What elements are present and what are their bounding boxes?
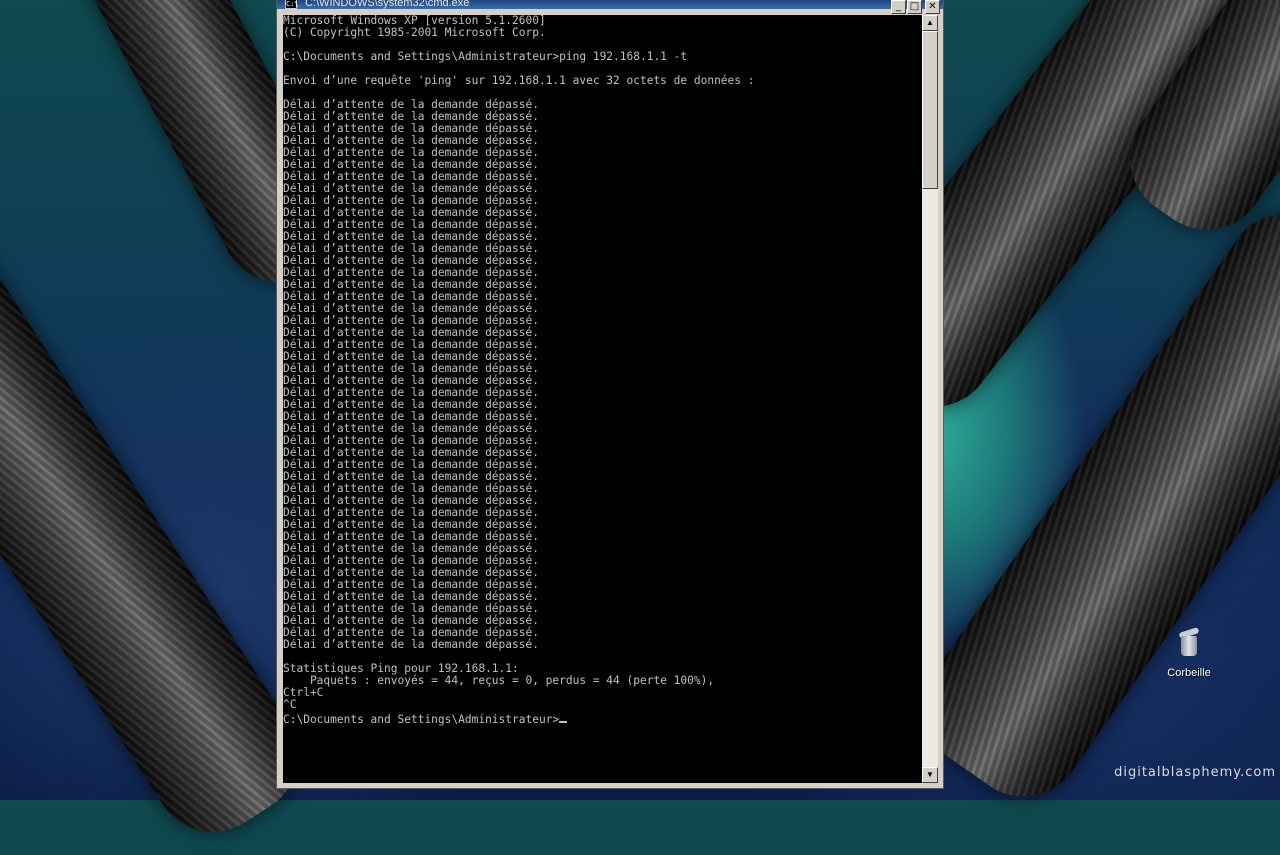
desktop-icon-label: Corbeille (1167, 667, 1211, 679)
scroll-up-button[interactable]: ▲ (922, 15, 938, 31)
console-text: Microsoft Windows XP [version 5.1.2600](… (283, 15, 922, 726)
console-line: ^C (283, 698, 297, 711)
desktop-icon-recycle-bin[interactable]: Corbeille (1158, 627, 1220, 679)
console-line: Envoi d’une requête 'ping' sur 192.168.1… (283, 74, 755, 87)
scroll-down-button[interactable]: ▼ (922, 767, 938, 783)
minimize-button[interactable]: _ (891, 0, 906, 14)
wallpaper-watermark: digitalblasphemy.com (1114, 765, 1276, 780)
maximize-button[interactable]: □ (907, 0, 922, 14)
console-line: (C) Copyright 1985-2001 Microsoft Corp. (283, 26, 546, 39)
scrollbar-thumb[interactable] (922, 31, 938, 189)
close-button[interactable]: ✕ (925, 0, 940, 14)
command-prompt-window[interactable]: C:\ C:\WINDOWS\system32\cmd.exe _ □ ✕ Mi… (276, 0, 944, 789)
console-line: Ctrl+C (283, 686, 324, 699)
window-title: C:\WINDOWS\system32\cmd.exe (305, 0, 470, 9)
console-line: C:\Documents and Settings\Administrateur… (283, 711, 922, 726)
console-line: Paquets : envoyés = 44, reçus = 0, perdu… (283, 674, 715, 687)
console-line: C:\Documents and Settings\Administrateur… (283, 50, 688, 63)
console-line: Délai d’attente de la demande dépassé. (283, 638, 539, 651)
recycle-bin-icon (1177, 627, 1201, 658)
console-output[interactable]: Microsoft Windows XP [version 5.1.2600](… (283, 15, 922, 783)
window-titlebar[interactable]: C:\ C:\WINDOWS\system32\cmd.exe (277, 0, 943, 9)
text-cursor (559, 711, 568, 723)
vertical-scrollbar[interactable]: ▲ ▼ (922, 15, 938, 783)
console-app-icon[interactable]: C:\ (285, 0, 299, 9)
